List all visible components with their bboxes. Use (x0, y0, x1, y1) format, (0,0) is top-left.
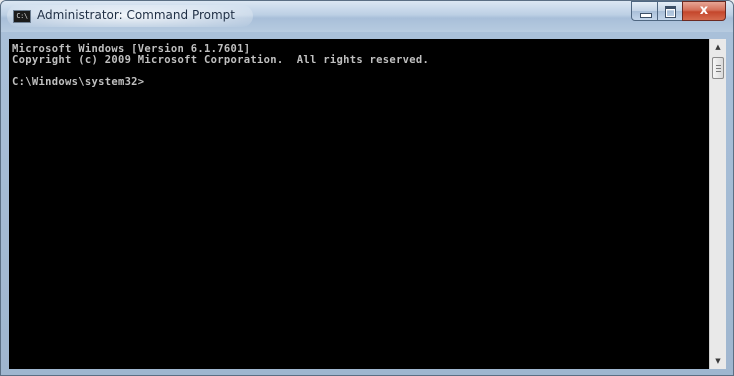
cmd-app-icon[interactable]: C:\ (13, 10, 31, 23)
window-title: Administrator: Command Prompt (37, 8, 235, 22)
thumb-grip (716, 71, 721, 72)
maximize-button[interactable] (657, 1, 683, 21)
console-output[interactable]: Microsoft Windows [Version 6.1.7601] Cop… (9, 39, 709, 369)
console-line-copyright: Copyright (c) 2009 Microsoft Corporation… (12, 54, 430, 66)
thumb-grip (716, 65, 721, 66)
thumb-grip (716, 68, 721, 69)
console-prompt[interactable]: C:\Windows\system32> (12, 77, 144, 88)
minimize-button[interactable] (631, 1, 658, 21)
close-button[interactable]: x (682, 1, 726, 21)
vertical-scrollbar[interactable]: ▲ ▼ (709, 39, 726, 369)
minimize-icon (640, 13, 652, 18)
command-prompt-window: C:\ Administrator: Command Prompt x Micr… (0, 0, 734, 376)
scrollbar-thumb[interactable] (712, 57, 724, 79)
title-bar[interactable]: C:\ Administrator: Command Prompt x (1, 1, 733, 32)
maximize-icon (665, 6, 676, 18)
scroll-up-arrow-icon[interactable]: ▲ (710, 39, 726, 55)
scroll-down-arrow-icon[interactable]: ▼ (710, 353, 726, 369)
close-icon: x (699, 3, 709, 18)
